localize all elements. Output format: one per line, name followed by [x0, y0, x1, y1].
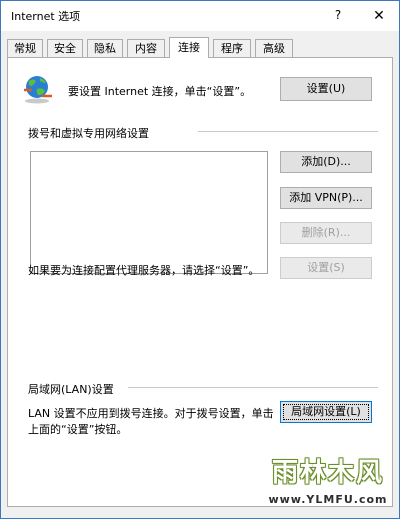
close-button[interactable]: ✕: [361, 1, 397, 31]
internet-options-dialog: Internet 选项 ? ✕ 常规 安全 隐私 内容 连接 程序 高级 要设置…: [0, 0, 400, 519]
connections-panel: 要设置 Internet 连接，单击“设置”。 设置(U) 拨号和虚拟专用网络设…: [7, 57, 393, 507]
lan-settings-button[interactable]: 局域网设置(L): [280, 401, 372, 423]
lan-group-divider: [128, 387, 378, 388]
globe-network-icon: [24, 76, 52, 104]
add-connection-button[interactable]: 添加(D)...: [280, 151, 372, 173]
watermark-title: 雨林木风: [271, 458, 384, 488]
watermark-logo: 雨林木风 www.YLMFU.com: [263, 455, 393, 509]
tab-general[interactable]: 常规: [7, 39, 43, 57]
lan-note-line2: 上面的“设置”按钮。: [28, 423, 128, 436]
window-title: Internet 选项: [11, 10, 81, 23]
connection-settings-button: 设置(S): [280, 257, 372, 279]
setup-button[interactable]: 设置(U): [280, 77, 372, 101]
proxy-note: 如果要为连接配置代理服务器，请选择“设置”。: [28, 264, 260, 277]
dialup-group-divider: [198, 131, 378, 132]
add-vpn-button[interactable]: 添加 VPN(P)...: [280, 187, 372, 209]
setup-description: 要设置 Internet 连接，单击“设置”。: [68, 85, 252, 98]
lan-note-line1: LAN 设置不应用到拨号连接。对于拨号设置，单击: [28, 407, 274, 420]
tab-content[interactable]: 内容: [127, 39, 165, 57]
watermark-url: www.YLMFU.com: [268, 493, 388, 506]
tab-connections[interactable]: 连接: [169, 37, 209, 58]
tab-advanced[interactable]: 高级: [255, 39, 293, 57]
tab-programs[interactable]: 程序: [213, 39, 251, 57]
remove-connection-button: 删除(R)...: [280, 222, 372, 244]
lan-group-title: 局域网(LAN)设置: [28, 383, 114, 396]
help-button[interactable]: ?: [327, 1, 349, 31]
tab-security[interactable]: 安全: [47, 39, 83, 57]
dialup-group-title: 拨号和虚拟专用网络设置: [28, 127, 149, 140]
connections-listbox[interactable]: [30, 151, 268, 274]
title-bar[interactable]: Internet 选项 ? ✕: [1, 1, 399, 31]
tab-privacy[interactable]: 隐私: [87, 39, 123, 57]
